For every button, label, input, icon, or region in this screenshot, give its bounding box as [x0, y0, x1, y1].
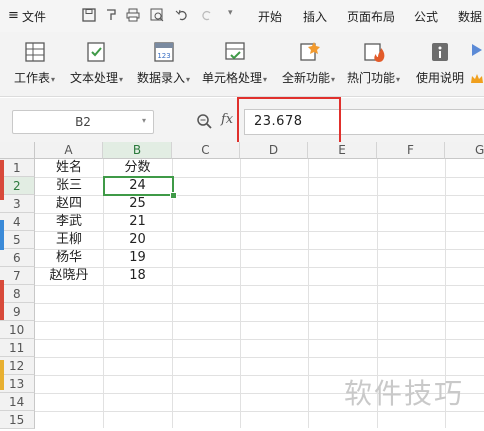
undo-icon[interactable] [175, 8, 189, 22]
tab-formulas[interactable]: 公式 [414, 8, 438, 25]
column-header-c[interactable]: C [172, 142, 240, 159]
help-icon [428, 40, 452, 64]
row-header-9[interactable]: 9 [0, 303, 35, 321]
hamburger-menu-icon[interactable]: ≡ [8, 8, 19, 23]
file-menu[interactable]: 文件 [22, 8, 46, 25]
row-header-2[interactable]: 2 [0, 177, 35, 195]
cell-process-icon [223, 40, 247, 64]
tab-home[interactable]: 开始 [258, 8, 282, 25]
zoom-icon[interactable] [196, 113, 212, 129]
quick-access-dropdown-icon[interactable]: ▾ [228, 8, 233, 18]
cell-a2[interactable]: 张三 [35, 177, 103, 195]
gridline [240, 159, 241, 428]
name-box[interactable]: B2 [12, 110, 154, 134]
row-header-12[interactable]: 12 [0, 357, 35, 375]
gridline [308, 159, 309, 428]
cell-b4[interactable]: 21 [103, 213, 172, 231]
data-entry-icon: 123 [152, 40, 176, 64]
text-process-icon [85, 40, 109, 64]
column-header-e[interactable]: E [308, 142, 377, 159]
row-header-10[interactable]: 10 [0, 321, 35, 339]
highlight-box [237, 97, 341, 145]
new-feature-icon [297, 40, 321, 64]
text-process-label: 文本处理 [70, 71, 119, 85]
svg-text:123: 123 [157, 52, 170, 60]
cell-a6[interactable]: 杨华 [35, 249, 103, 267]
cell-b6[interactable]: 19 [103, 249, 172, 267]
column-header-d[interactable]: D [240, 142, 308, 159]
menu-bar: ≡ 文件 ▾ 开始 插入 页面布局 公式 数据 [0, 0, 484, 32]
watermark: 软件技巧 [344, 377, 465, 410]
gridline [172, 159, 173, 428]
cell-a4[interactable]: 李武 [35, 213, 103, 231]
more-ribbon-icon[interactable] [470, 42, 484, 60]
row-header-3[interactable]: 3 [0, 195, 35, 213]
row-header-5[interactable]: 5 [0, 231, 35, 249]
tab-insert[interactable]: 插入 [303, 8, 327, 25]
help-label: 使用说明 [416, 71, 465, 85]
gridline [35, 303, 484, 304]
hot-feature-label: 热门功能 [347, 71, 396, 85]
cell-b5[interactable]: 20 [103, 231, 172, 249]
row-header-4[interactable]: 4 [0, 213, 35, 231]
column-header-b[interactable]: B [103, 142, 172, 159]
cell-a3[interactable]: 赵四 [35, 195, 103, 213]
ribbon-toolbar: 工作表▾ 文本处理▾ 123 数据录入▾ 单元格处理▾ 全新功能▾ 热门功能▾ [0, 32, 484, 97]
cell-a7[interactable]: 赵晓丹 [35, 267, 103, 285]
help-button[interactable]: 使用说明 [416, 40, 464, 86]
format-painter-icon[interactable] [104, 8, 118, 22]
column-header-f[interactable]: F [377, 142, 445, 159]
cell-a5[interactable]: 王柳 [35, 231, 103, 249]
new-feature-label: 全新功能 [282, 71, 331, 85]
gridline [35, 339, 484, 340]
crown-icon[interactable] [470, 72, 484, 86]
gridline [35, 285, 484, 286]
save-icon[interactable] [82, 8, 96, 22]
row-header-15[interactable]: 15 [0, 411, 35, 429]
row-header-7[interactable]: 7 [0, 267, 35, 285]
tab-page-layout[interactable]: 页面布局 [347, 8, 395, 25]
text-process-button[interactable]: 文本处理▾ [70, 40, 123, 86]
row-header-6[interactable]: 6 [0, 249, 35, 267]
fx-icon[interactable]: fx [221, 112, 233, 127]
data-entry-label: 数据录入 [137, 71, 186, 85]
print-icon[interactable] [126, 8, 140, 22]
tab-data[interactable]: 数据 [458, 8, 482, 25]
hot-feature-button[interactable]: 热门功能▾ [347, 40, 400, 86]
cell-process-label: 单元格处理 [202, 71, 263, 85]
row-header-14[interactable]: 14 [0, 393, 35, 411]
worksheet-label: 工作表 [14, 71, 51, 85]
row-header-13[interactable]: 13 [0, 375, 35, 393]
left-edge-strip [0, 160, 4, 428]
select-all-corner[interactable] [0, 142, 35, 159]
cell-b7[interactable]: 18 [103, 267, 172, 285]
new-feature-button[interactable]: 全新功能▾ [282, 40, 335, 86]
gridline [35, 357, 484, 358]
active-cell-selection[interactable] [103, 176, 174, 196]
name-box-dropdown-icon[interactable]: ▾ [142, 116, 146, 125]
worksheet-button[interactable]: 工作表▾ [14, 40, 55, 86]
row-header-1[interactable]: 1 [0, 159, 35, 177]
column-header-g[interactable]: G [445, 142, 484, 159]
print-preview-icon[interactable] [150, 8, 164, 22]
cell-process-button[interactable]: 单元格处理▾ [202, 40, 267, 86]
cell-b3[interactable]: 25 [103, 195, 172, 213]
fill-handle[interactable] [170, 192, 177, 199]
cell-a1[interactable]: 姓名 [35, 159, 103, 177]
cell-b1[interactable]: 分数 [103, 159, 172, 177]
data-entry-button[interactable]: 123 数据录入▾ [137, 40, 190, 86]
redo-icon[interactable] [200, 8, 214, 22]
worksheet-icon [23, 40, 47, 64]
gridline [35, 321, 484, 322]
row-header-11[interactable]: 11 [0, 339, 35, 357]
hot-feature-icon [362, 40, 386, 64]
row-header-8[interactable]: 8 [0, 285, 35, 303]
column-header-a[interactable]: A [35, 142, 103, 159]
